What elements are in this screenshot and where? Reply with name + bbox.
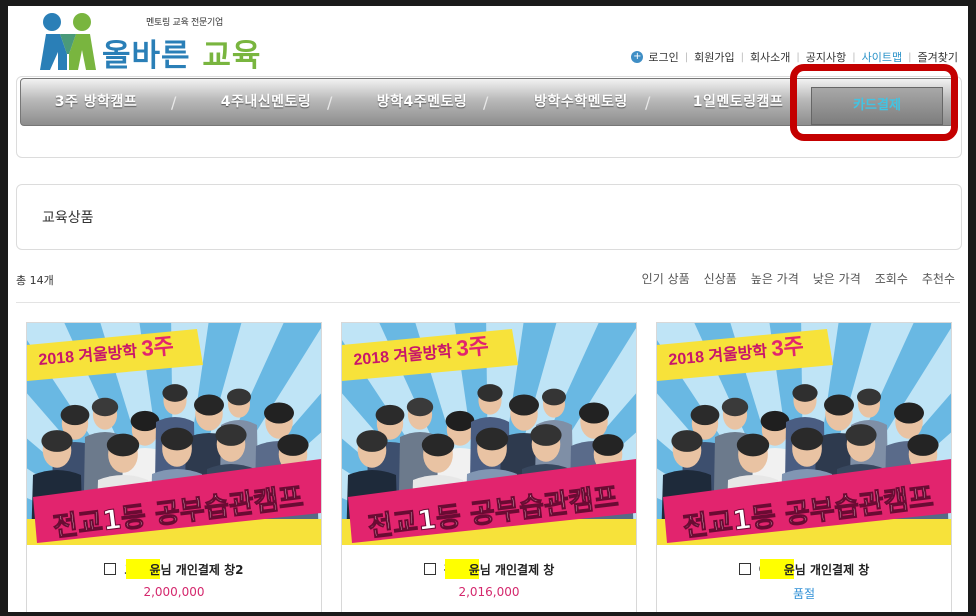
logo-figures-icon bbox=[40, 13, 96, 70]
category-box: 교육상품 bbox=[16, 184, 962, 250]
select-checkbox[interactable] bbox=[738, 563, 751, 575]
separator: | bbox=[796, 51, 800, 63]
nav-item-vacation-math[interactable]: 방학수학멘토링 bbox=[501, 79, 661, 125]
notice-link[interactable]: 공지사항 bbox=[806, 49, 846, 65]
sort-newest[interactable]: 신상품 bbox=[704, 270, 737, 287]
signup-link[interactable]: 회원가입 bbox=[694, 49, 734, 65]
product-card[interactable]: 2018 겨울방학 3주전교1등 공부습관캠프 이윤님 개인결제 창 품절 bbox=[656, 322, 952, 612]
product-image[interactable]: 2018 겨울방학 3주 전교1등 공부습관캠프 bbox=[27, 323, 321, 545]
nav-item-3week-camp[interactable]: 3주 방학캠프 bbox=[21, 79, 171, 125]
separator: | bbox=[852, 51, 856, 63]
nav-item-vacation-4week[interactable]: 방학4주멘토링 bbox=[347, 79, 497, 125]
utility-links: + 로그인 | 회원가입 | 회사소개 | 공지사항 | 사이트맵 | 즐겨찾기 bbox=[631, 49, 958, 65]
about-link[interactable]: 회사소개 bbox=[750, 49, 790, 65]
product-name[interactable]: 이윤님 개인결제 창 bbox=[657, 559, 951, 579]
highlight-box bbox=[790, 64, 958, 141]
product-card[interactable]: 2018 겨울방학 3주전교1등 공부습관캠프 김윤님 개인결제 창 2,016… bbox=[341, 322, 637, 612]
sort-price-low[interactable]: 낮은 가격 bbox=[813, 270, 861, 287]
plus-icon: + bbox=[631, 51, 644, 63]
product-card[interactable]: 2018 겨울방학 3주전교1등 공부습관캠프 고윤님 개인결제 창2 2,00… bbox=[26, 322, 322, 612]
category-title: 교육상품 bbox=[42, 210, 94, 226]
nav-divider: / bbox=[327, 93, 333, 112]
sort-price-high[interactable]: 높은 가격 bbox=[751, 270, 799, 287]
separator: | bbox=[908, 51, 912, 63]
logo-name-part1: 올바른 bbox=[102, 38, 191, 74]
sort-popular[interactable]: 인기 상품 bbox=[642, 270, 690, 287]
product-name-suffix: 윤님 개인결제 창 bbox=[468, 563, 555, 577]
poster-graphic: 2018 겨울방학 3주전교1등 공부습관캠프 bbox=[657, 323, 951, 545]
site-logo[interactable]: 멘토링 교육 전문기업 올바른 교육 bbox=[38, 12, 260, 74]
poster-graphic: 2018 겨울방학 3주전교1등 공부습관캠프 bbox=[342, 323, 636, 545]
login-link[interactable]: 로그인 bbox=[648, 49, 678, 65]
nav-divider: / bbox=[483, 93, 489, 112]
separator: | bbox=[684, 51, 689, 63]
page: 멘토링 교육 전문기업 올바른 교육 + 로그인 | 회원가입 | 회사소개 |… bbox=[8, 6, 968, 612]
nav-divider: / bbox=[645, 93, 651, 112]
logo-tagline: 멘토링 교육 전문기업 bbox=[146, 18, 223, 28]
product-image[interactable]: 2018 겨울방학 3주 전교1등 공부습관캠프 bbox=[657, 323, 951, 545]
total-count: 총 14개 bbox=[16, 274, 54, 287]
separator: | bbox=[740, 51, 744, 63]
sort-recommend[interactable]: 추천수 bbox=[922, 270, 955, 287]
bookmark-link[interactable]: 즐겨찾기 bbox=[918, 49, 958, 65]
poster-graphic: 2018 겨울방학 3주전교1등 공부습관캠프 bbox=[27, 323, 321, 545]
sitemap-link[interactable]: 사이트맵 bbox=[862, 49, 902, 65]
select-checkbox[interactable] bbox=[104, 563, 117, 575]
product-price: 2,000,000 bbox=[143, 585, 205, 599]
product-name-suffix: 윤님 개인결제 창 bbox=[783, 563, 870, 577]
product-name[interactable]: 고윤님 개인결제 창2 bbox=[27, 559, 321, 579]
product-soldout-label: 품절 bbox=[792, 587, 816, 601]
logo-name-part2: 교육 bbox=[202, 38, 262, 74]
product-price: 2,016,000 bbox=[458, 585, 520, 599]
nav-item-4week-school[interactable]: 4주내신멘토링 bbox=[191, 79, 341, 125]
product-name[interactable]: 김윤님 개인결제 창 bbox=[342, 559, 636, 579]
nav-divider: / bbox=[171, 93, 177, 112]
logo-text: 올바른 교육 bbox=[102, 30, 261, 75]
product-image[interactable]: 2018 겨울방학 3주 전교1등 공부습관캠프 bbox=[342, 323, 636, 545]
sort-options: 인기 상품 신상품 높은 가격 낮은 가격 조회수 추천수 bbox=[642, 270, 955, 287]
product-name-suffix: 윤님 개인결제 창2 bbox=[149, 563, 244, 577]
select-checkbox[interactable] bbox=[423, 563, 436, 575]
divider bbox=[16, 302, 960, 303]
sort-views[interactable]: 조회수 bbox=[875, 270, 908, 287]
